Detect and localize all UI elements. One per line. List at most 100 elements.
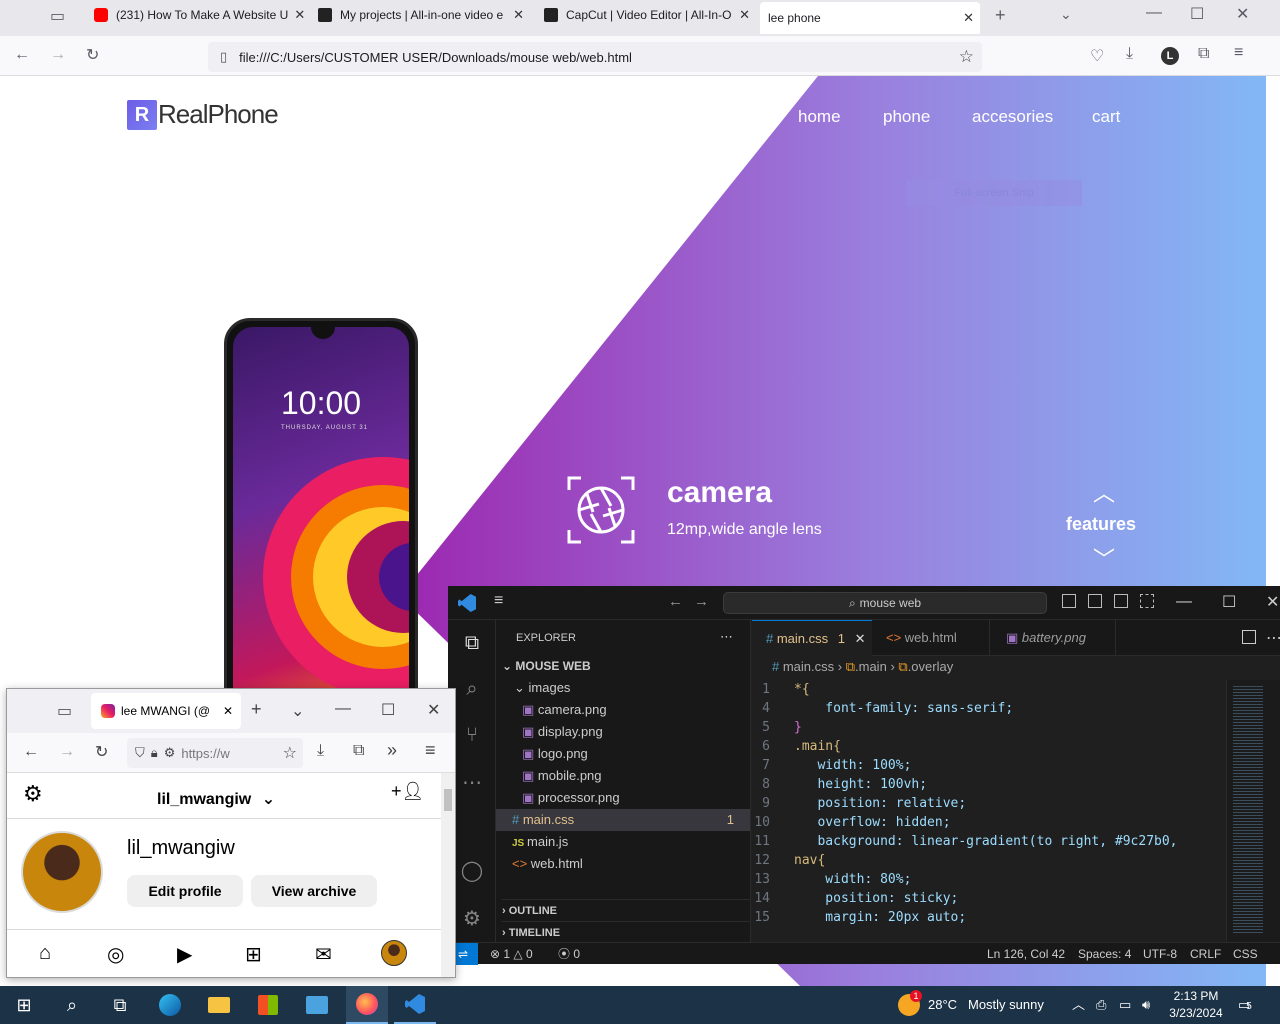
close-tab-icon[interactable]: ✕ <box>288 7 304 23</box>
account-icon[interactable]: ◯ <box>460 858 484 882</box>
forward-icon[interactable]: → <box>50 46 66 64</box>
cursor-position[interactable]: Ln 126, Col 42 <box>987 943 1065 965</box>
language-mode[interactable]: CSS <box>1233 943 1258 965</box>
explorer-more-icon[interactable]: ⋯ <box>720 626 733 648</box>
edit-profile-button[interactable]: Edit profile <box>127 875 243 907</box>
file-main-js[interactable]: JS main.js <box>512 831 568 853</box>
settings-gear-icon[interactable]: ⚙ <box>23 781 43 807</box>
file-image[interactable]: ▣ mobile.png <box>522 765 602 787</box>
nav-phone[interactable]: phone <box>883 107 930 127</box>
profile-avatar[interactable] <box>381 940 407 966</box>
nav-home[interactable]: home <box>798 107 841 127</box>
close-tab-icon[interactable]: ✕ <box>957 10 980 26</box>
close-tab-icon[interactable]: ✕ <box>507 7 530 23</box>
extensions-icon[interactable]: ⧉ <box>353 742 364 760</box>
notification-center-icon[interactable]: ▭5 <box>1238 986 1252 1024</box>
back-icon[interactable]: ← <box>14 46 30 64</box>
tab-overview-icon[interactable]: ▭ <box>50 6 65 26</box>
download-icon[interactable]: ⤓ <box>1126 45 1133 63</box>
maximize-icon[interactable]: ☐ <box>381 700 395 720</box>
url-bar[interactable]: ▯ file:///C:/Users/CUSTOMER USER/Downloa… <box>208 42 982 72</box>
meet-now-icon[interactable]: ⎙ <box>1096 986 1106 1024</box>
problems-indicator[interactable]: ⊗ 1 △ 0 <box>490 943 533 965</box>
reload-icon[interactable]: ↻ <box>86 45 99 65</box>
create-post-icon[interactable]: ⊞ <box>245 942 262 967</box>
nav-cart[interactable]: cart <box>1092 107 1120 127</box>
username-switcher[interactable]: lil_mwangiw ⌄ <box>157 789 275 809</box>
start-windows-icon[interactable]: ⊞ <box>9 990 39 1020</box>
maximize-icon[interactable]: ☐ <box>1190 4 1204 24</box>
minimize-icon[interactable]: — <box>1176 593 1192 611</box>
vscode-icon[interactable] <box>394 986 436 1024</box>
add-person-icon[interactable]: +👤︎ <box>391 781 424 802</box>
close-window-icon[interactable]: ✕ <box>1236 4 1249 24</box>
download-icon[interactable]: ⤓ <box>317 742 324 760</box>
reels-icon[interactable]: ▶ <box>177 942 192 967</box>
chevron-up-icon[interactable]: ︿ <box>1093 476 1115 508</box>
pocket-icon[interactable]: ♡ <box>1090 46 1104 66</box>
tray-overflow-icon[interactable]: ︿ <box>1072 986 1085 1024</box>
indentation[interactable]: Spaces: 4 <box>1078 943 1131 965</box>
editor-tab-web-html[interactable]: <> web.html <box>872 620 990 656</box>
file-image[interactable]: ▣ display.png <box>522 721 603 743</box>
logo-text[interactable]: RealPhone <box>158 99 279 130</box>
new-tab-icon[interactable]: + <box>995 5 1006 26</box>
bookmark-star-icon[interactable]: ☆ <box>959 47 974 67</box>
avatar[interactable] <box>21 831 103 913</box>
search-icon[interactable]: ⌕ <box>57 990 87 1020</box>
forward-icon[interactable]: → <box>694 593 709 610</box>
tab-lee-phone[interactable]: lee phone ✕ <box>760 2 980 34</box>
minimize-icon[interactable]: — <box>1146 4 1162 22</box>
app-icon[interactable] <box>302 990 332 1020</box>
scroll-thumb[interactable] <box>444 789 452 811</box>
tab-instagram[interactable]: lee MWANGI (@ ✕ <box>91 693 241 729</box>
tab-overview-icon[interactable]: ▭ <box>57 701 72 721</box>
task-view-icon[interactable]: ⧉ <box>105 990 135 1020</box>
profile-avatar[interactable]: L <box>1161 47 1179 65</box>
settings-gear-icon[interactable]: ⚙ <box>460 906 484 930</box>
file-web-html[interactable]: <> web.html <box>512 853 583 875</box>
clock[interactable]: 2:13 PM 3/23/2024 <box>1166 988 1226 1022</box>
search-icon[interactable]: ⌕ <box>460 678 484 702</box>
menu-icon[interactable]: ≡ <box>425 740 436 761</box>
file-main-css[interactable]: # main.css 1 <box>496 809 750 831</box>
tab-capcut-projects[interactable]: My projects | All-in-one video e ✕ <box>310 0 530 30</box>
ports-indicator[interactable]: ⦿ 0 <box>558 943 580 965</box>
list-tabs-chevron-icon[interactable]: ⌄ <box>291 701 304 721</box>
forward-icon[interactable]: → <box>59 743 75 761</box>
url-bar[interactable]: ⛉ 🔒︎ ⚙ https://w ☆ <box>127 738 303 768</box>
edge-icon[interactable] <box>155 990 185 1020</box>
breadcrumb-symbol[interactable]: .overlay <box>908 659 954 674</box>
file-image[interactable]: ▣ logo.png <box>522 743 588 765</box>
end-of-line[interactable]: CRLF <box>1190 943 1221 965</box>
network-icon[interactable]: ▭ <box>1119 986 1131 1024</box>
extensions-icon[interactable]: ⧉ <box>1198 45 1209 63</box>
list-tabs-chevron-icon[interactable]: ⌄ <box>1060 6 1072 23</box>
file-image[interactable]: ▣ processor.png <box>522 787 620 809</box>
toggle-secondary-sidebar-icon[interactable] <box>1114 594 1128 608</box>
customize-layout-icon[interactable] <box>1140 594 1154 608</box>
close-window-icon[interactable]: ✕ <box>1266 592 1279 612</box>
tab-youtube[interactable]: (231) How To Make A Website U ✕ <box>86 0 304 30</box>
view-archive-button[interactable]: View archive <box>251 875 377 907</box>
nav-accesories[interactable]: accesories <box>972 107 1053 127</box>
folder-mouse-web[interactable]: ⌄ MOUSE WEB <box>502 655 591 677</box>
code-view[interactable]: 1 *{ 4 font-family: sans-serif; 5} 6 .main… <box>752 680 1222 942</box>
back-icon[interactable]: ← <box>23 743 39 761</box>
outline-section[interactable]: › OUTLINE <box>502 899 750 921</box>
scrollbar[interactable] <box>441 773 455 977</box>
breadcrumb-symbol[interactable]: .main <box>855 659 887 674</box>
tab-capcut-editor[interactable]: CapCut | Video Editor | All-In-O ✕ <box>536 0 756 30</box>
messenger-icon[interactable]: ✉ <box>315 942 332 967</box>
toggle-panel-icon[interactable] <box>1088 594 1102 608</box>
close-tab-icon[interactable]: ✕ <box>855 631 866 646</box>
folder-images[interactable]: ⌄ images <box>514 677 570 699</box>
more-actions-icon[interactable]: ⋯ <box>1266 628 1280 648</box>
store-icon[interactable] <box>253 990 283 1020</box>
explore-compass-icon[interactable]: ◎ <box>107 942 124 967</box>
file-explorer-icon[interactable] <box>204 990 234 1020</box>
editor-tab-battery-png[interactable]: ▣ battery.png <box>992 620 1116 656</box>
file-image[interactable]: ▣ camera.png <box>522 699 607 721</box>
close-tab-icon[interactable]: ✕ <box>223 704 233 718</box>
split-editor-icon[interactable] <box>1242 630 1256 644</box>
